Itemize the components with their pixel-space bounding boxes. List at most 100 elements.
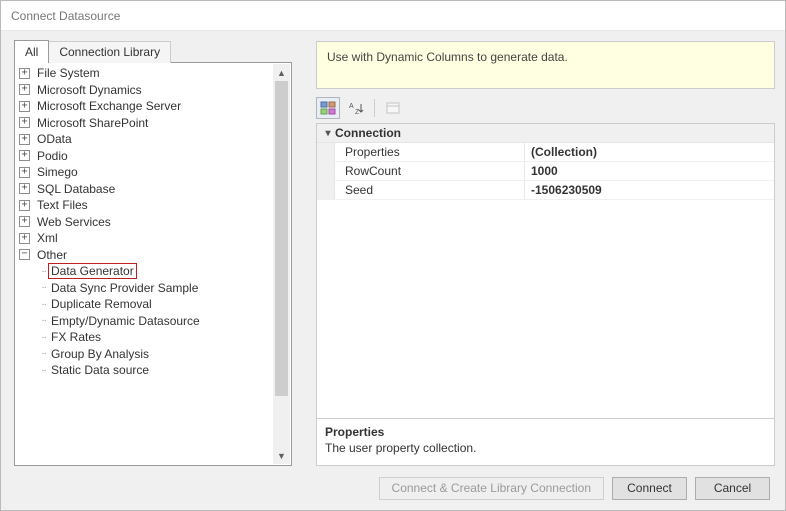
property-value[interactable]: (Collection)	[525, 143, 774, 161]
tree-connector-icon	[34, 315, 48, 326]
chevron-down-icon: ▾	[321, 128, 335, 139]
tree-node-label: File System	[34, 66, 103, 80]
tab-all[interactable]: All	[14, 40, 49, 63]
tree-connector-icon	[34, 348, 48, 359]
connect-button[interactable]: Connect	[612, 477, 687, 500]
tree-connector-icon	[34, 332, 48, 343]
tree-node-label: Microsoft Exchange Server	[34, 99, 184, 113]
propgrid-toolbar: AZ	[316, 89, 775, 123]
property-name: Seed	[335, 181, 525, 199]
tree-node-simego[interactable]: + Simego	[17, 164, 273, 181]
property-row-properties[interactable]: Properties(Collection)	[317, 143, 774, 162]
tree-node-web-services[interactable]: + Web Services	[17, 214, 273, 231]
tree-node-odata[interactable]: + OData	[17, 131, 273, 148]
tree-node-text-files[interactable]: + Text Files	[17, 197, 273, 214]
toolbar-separator	[374, 99, 375, 117]
tree-node-label: FX Rates	[48, 330, 104, 344]
tree-node-label: Group By Analysis	[48, 347, 152, 361]
expand-icon[interactable]: +	[19, 200, 30, 211]
tree-node-xml[interactable]: + Xml	[17, 230, 273, 247]
scroll-down-icon[interactable]: ▼	[273, 447, 290, 464]
expand-icon[interactable]: +	[19, 233, 30, 244]
tree-node-group-by-analysis[interactable]: Group By Analysis	[17, 346, 273, 363]
property-value[interactable]: -1506230509	[525, 181, 774, 199]
connect-create-library-button[interactable]: Connect & Create Library Connection	[379, 477, 604, 500]
tree-node-data-sync-provider-sample[interactable]: Data Sync Provider Sample	[17, 280, 273, 297]
tab-strip: All Connection Library	[14, 41, 292, 63]
expand-icon[interactable]: +	[19, 101, 30, 112]
expand-icon[interactable]: +	[19, 134, 30, 145]
expand-icon[interactable]: +	[19, 68, 30, 79]
scroll-thumb[interactable]	[275, 81, 288, 396]
tree-connector-icon	[34, 282, 48, 293]
categorized-icon[interactable]	[316, 97, 340, 119]
scroll-up-icon[interactable]: ▲	[273, 64, 290, 81]
tree-connector-icon	[34, 365, 48, 376]
property-name: Properties	[335, 143, 525, 161]
alphabetical-icon[interactable]: AZ	[344, 97, 368, 119]
tree-scrollbar[interactable]: ▲ ▼	[273, 64, 290, 464]
tree-node-static-data-source[interactable]: Static Data source	[17, 362, 273, 379]
left-panel: All Connection Library + File System + Micr…	[14, 41, 292, 466]
tree-node-label: OData	[34, 132, 75, 146]
dialog-footer: Connect & Create Library Connection Conn…	[1, 466, 785, 510]
tree-node-label: Other	[34, 248, 70, 262]
svg-text:A: A	[349, 103, 354, 110]
property-row-seed[interactable]: Seed-1506230509	[317, 181, 774, 200]
expand-icon[interactable]: +	[19, 117, 30, 128]
tree-node-label: Microsoft Dynamics	[34, 83, 145, 97]
tree-node-label: Data Sync Provider Sample	[48, 281, 201, 295]
tree-node-empty-dynamic-datasource[interactable]: Empty/Dynamic Datasource	[17, 313, 273, 330]
tree-node-label: Simego	[34, 165, 81, 179]
tree-node-microsoft-dynamics[interactable]: + Microsoft Dynamics	[17, 82, 273, 99]
expand-icon[interactable]: +	[19, 84, 30, 95]
tree-node-duplicate-removal[interactable]: Duplicate Removal	[17, 296, 273, 313]
content-area: All Connection Library + File System + Micr…	[1, 31, 785, 466]
tree-node-other[interactable]: −Other	[17, 247, 273, 264]
cancel-button[interactable]: Cancel	[695, 477, 770, 500]
tree-node-label: Text Files	[34, 198, 91, 212]
tab-connection-library[interactable]: Connection Library	[48, 41, 171, 63]
collapse-icon[interactable]: −	[19, 249, 30, 260]
category-label: Connection	[335, 126, 401, 140]
property-description: Properties The user property collection.	[317, 418, 774, 465]
property-grid: ▾ConnectionProperties(Collection)RowCoun…	[316, 123, 775, 466]
property-value[interactable]: 1000	[525, 162, 774, 180]
property-category[interactable]: ▾Connection	[317, 124, 774, 143]
expand-icon[interactable]: +	[19, 216, 30, 227]
expand-icon[interactable]: +	[19, 183, 30, 194]
tree-node-label: Duplicate Removal	[48, 297, 155, 311]
tree-node-fx-rates[interactable]: FX Rates	[17, 329, 273, 346]
tree-node-file-system[interactable]: + File System	[17, 65, 273, 82]
tree-node-microsoft-sharepoint[interactable]: + Microsoft SharePoint	[17, 115, 273, 132]
tree-node-podio[interactable]: + Podio	[17, 148, 273, 165]
info-banner: Use with Dynamic Columns to generate dat…	[316, 41, 775, 89]
description-body: The user property collection.	[325, 441, 766, 455]
row-gutter	[317, 143, 335, 161]
tree-node-label: Static Data source	[48, 363, 152, 377]
expand-icon[interactable]: +	[19, 150, 30, 161]
tree-node-label: Empty/Dynamic Datasource	[48, 314, 203, 328]
property-name: RowCount	[335, 162, 525, 180]
row-gutter	[317, 162, 335, 180]
tree-connector-icon	[34, 299, 48, 310]
property-row-rowcount[interactable]: RowCount1000	[317, 162, 774, 181]
row-gutter	[317, 181, 335, 199]
tree-node-label: Podio	[34, 149, 71, 163]
tree-node-label: Web Services	[34, 215, 114, 229]
tree-node-microsoft-exchange-server[interactable]: + Microsoft Exchange Server	[17, 98, 273, 115]
tree-node-label: SQL Database	[34, 182, 118, 196]
tree-node-label: Microsoft SharePoint	[34, 116, 151, 130]
tree-connector-icon	[34, 266, 48, 277]
property-pages-icon[interactable]	[381, 97, 405, 119]
description-title: Properties	[325, 425, 766, 439]
tree-node-data-generator[interactable]: Data Generator	[17, 263, 273, 280]
expand-icon[interactable]: +	[19, 167, 30, 178]
right-panel: Use with Dynamic Columns to generate dat…	[316, 41, 775, 466]
tree-node-label: Xml	[34, 231, 61, 245]
tree-node-label: Data Generator	[48, 263, 137, 279]
window-title: Connect Datasource	[1, 1, 785, 31]
tree-node-sql-database[interactable]: + SQL Database	[17, 181, 273, 198]
datasource-tree: + File System + Microsoft Dynamics + Microsof…	[14, 62, 292, 466]
dialog-window: Connect Datasource All Connection Librar…	[0, 0, 786, 511]
